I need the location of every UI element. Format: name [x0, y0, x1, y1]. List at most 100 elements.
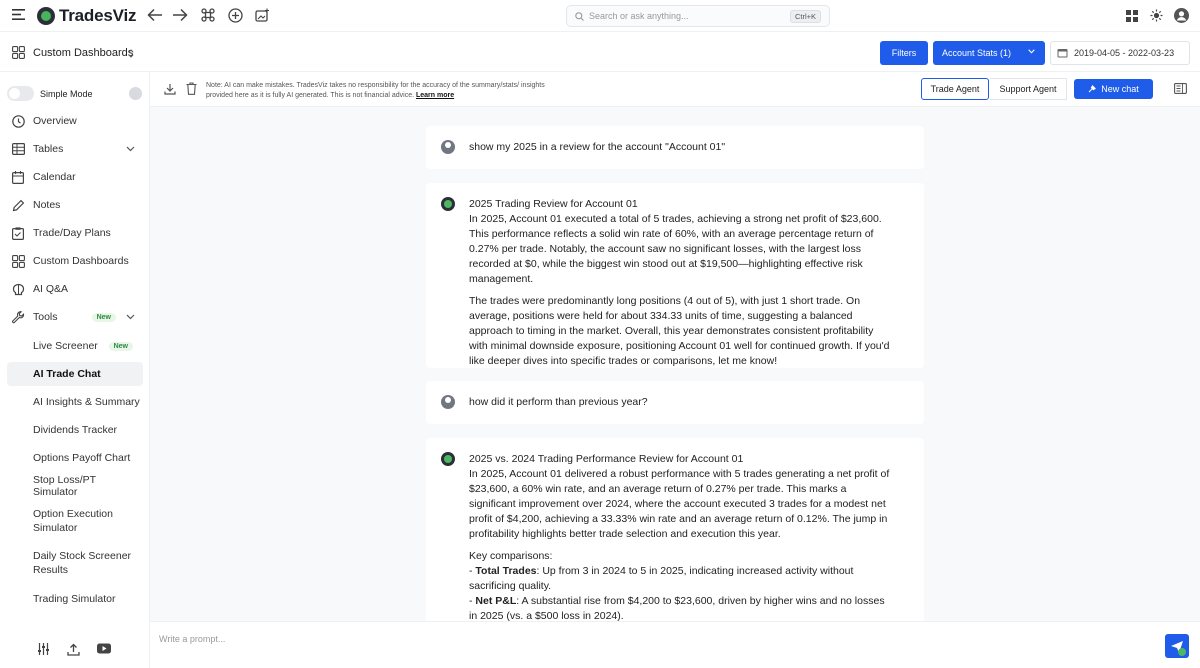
search-icon — [575, 11, 584, 21]
sidebar-item-label: Live Screener — [33, 340, 98, 352]
assistant-message: 2025 Trading Review for Account 01 In 20… — [426, 183, 924, 368]
bot-avatar-icon — [441, 197, 455, 211]
sidebar-item-tools[interactable]: Tools New — [7, 305, 143, 329]
sidebar-item-option-execution-simulator[interactable]: Option Execution Simulator — [7, 505, 143, 537]
assistant-message: 2025 vs. 2024 Trading Performance Review… — [426, 438, 924, 621]
top-bar: TradesViz Ctrl+K — [0, 0, 1200, 32]
dashboard-icon — [7, 254, 33, 268]
disclaimer-text: Note: AI can make mistakes. TradesViz ta… — [206, 82, 545, 99]
dashboard-icon — [12, 46, 25, 59]
sidebar-item-label: Daily Stock Screener Results — [33, 550, 132, 576]
search-shortcut: Ctrl+K — [789, 10, 821, 23]
message-text: how did it perform than previous year? — [469, 396, 648, 408]
chevron-down-icon[interactable] — [126, 314, 135, 320]
sidebar-item-label: Custom Dashboards — [33, 255, 129, 267]
tab-trade-agent[interactable]: Trade Agent — [921, 78, 989, 100]
tradesviz-logo[interactable]: TradesViz — [37, 6, 136, 26]
bot-avatar-icon — [441, 452, 455, 466]
sidebar-item-notes[interactable]: Notes — [7, 193, 143, 217]
user-message: how did it perform than previous year? — [426, 381, 924, 424]
apps-grid-icon[interactable] — [1126, 10, 1138, 22]
hamburger-menu-icon[interactable] — [12, 9, 25, 20]
sidebar-item-custom-dashboards[interactable]: Custom Dashboards — [7, 249, 143, 273]
command-icon[interactable] — [201, 8, 215, 22]
sidebar-item-label: Tables — [33, 143, 64, 155]
dashboard-selector[interactable]: Custom Dashboards — [33, 47, 133, 59]
send-icon — [1171, 641, 1186, 656]
sidebar-item-live-screener[interactable]: Live Screener New — [7, 334, 143, 358]
sidebar-item-trading-simulator[interactable]: Trading Simulator — [7, 587, 143, 611]
sidebar-toggle-icon[interactable] — [1174, 83, 1187, 94]
sidebar-item-label: Notes — [33, 199, 61, 211]
message-body: 2025 Trading Review for Account 01 In 20… — [469, 197, 891, 376]
chat-messages: show my 2025 in a review for the account… — [150, 107, 1200, 621]
new-chat-label: New chat — [1101, 84, 1139, 94]
search-input[interactable] — [589, 11, 789, 21]
new-badge: New — [91, 312, 116, 322]
new-badge: New — [108, 341, 133, 351]
message-paragraph: In 2025, Account 01 delivered a robust p… — [469, 468, 890, 540]
sidebar-item-trade-day-plans[interactable]: Trade/Day Plans — [7, 221, 143, 245]
sidebar-item-dividends-tracker[interactable]: Dividends Tracker — [7, 418, 143, 442]
prompt-bar — [150, 621, 1200, 668]
sidebar-item-overview[interactable]: Overview — [7, 109, 143, 133]
forward-arrow-icon[interactable] — [172, 8, 188, 22]
sidebar-item-options-payoff-chart[interactable]: Options Payoff Chart — [7, 446, 143, 470]
sidebar-item-ai-qa[interactable]: AI Q&A — [7, 277, 143, 301]
clock-icon — [7, 114, 33, 128]
sidebar-item-ai-trade-chat[interactable]: AI Trade Chat — [7, 362, 143, 386]
new-chat-button[interactable]: New chat — [1074, 79, 1153, 99]
chat-toolbar: Note: AI can make mistakes. TradesViz ta… — [150, 72, 1200, 107]
back-arrow-icon[interactable] — [147, 8, 163, 22]
message-title: 2025 Trading Review for Account 01 — [469, 198, 638, 210]
sidebar: Simple Mode Overview Tables Calendar Not… — [0, 72, 150, 668]
ai-image-icon[interactable] — [255, 8, 270, 22]
user-avatar-icon[interactable] — [1174, 8, 1189, 23]
user-message: show my 2025 in a review for the account… — [426, 126, 924, 169]
sidebar-item-label: Trade/Day Plans — [33, 227, 111, 239]
sidebar-item-daily-stock-screener[interactable]: Daily Stock Screener Results — [7, 547, 143, 579]
chevron-down-icon[interactable] — [1028, 49, 1035, 54]
ai-disclaimer: Note: AI can make mistakes. TradesViz ta… — [206, 81, 546, 100]
brain-icon — [7, 283, 33, 296]
chevron-down-icon[interactable] — [126, 146, 135, 152]
message-paragraph: The trades were predominantly long posit… — [469, 295, 890, 367]
sidebar-item-label: Tools — [33, 311, 58, 323]
sidebar-item-label: Trading Simulator — [33, 593, 116, 605]
wrench-icon — [7, 310, 33, 324]
sidebar-item-label: Overview — [33, 115, 77, 127]
calendar-icon — [1057, 49, 1068, 58]
sidebar-item-label: Calendar — [33, 171, 76, 183]
sidebar-item-stop-loss-simulator[interactable]: Stop Loss/PT Simulator — [7, 474, 143, 498]
sidebar-item-label: Stop Loss/PT Simulator — [33, 474, 96, 498]
add-circle-icon[interactable] — [228, 8, 243, 23]
prompt-input[interactable] — [159, 634, 1059, 644]
calendar-icon — [7, 170, 33, 184]
pin-icon — [1088, 85, 1097, 93]
filters-button[interactable]: Filters — [880, 41, 928, 65]
account-stats-button[interactable]: Account Stats (1) — [933, 41, 1045, 65]
user-avatar-icon — [441, 140, 455, 154]
settings-gear-icon[interactable] — [129, 87, 142, 100]
comparison-item: - Net P&L: A substantial rise from $4,20… — [469, 595, 885, 621]
tab-support-agent[interactable]: Support Agent — [990, 78, 1067, 100]
logo-mark-icon — [37, 7, 55, 25]
learn-more-link[interactable]: Learn more — [416, 92, 454, 99]
simple-mode-toggle[interactable] — [7, 86, 34, 101]
trash-icon[interactable] — [186, 82, 197, 95]
sidebar-item-label: Options Payoff Chart — [33, 452, 131, 464]
sidebar-item-ai-insights-summary[interactable]: AI Insights & Summary — [7, 390, 143, 414]
global-search[interactable]: Ctrl+K — [566, 5, 830, 27]
upload-icon[interactable] — [67, 643, 80, 656]
logo-text: TradesViz — [59, 6, 137, 25]
message-body: 2025 vs. 2024 Trading Performance Review… — [469, 452, 891, 621]
sidebar-item-tables[interactable]: Tables — [7, 137, 143, 161]
sidebar-item-calendar[interactable]: Calendar — [7, 165, 143, 189]
youtube-icon[interactable] — [97, 643, 111, 656]
date-range-picker[interactable]: 2019-04-05 - 2022-03-23 — [1050, 41, 1190, 65]
sliders-icon[interactable] — [37, 643, 50, 656]
updown-chevron-icon[interactable] — [128, 49, 134, 58]
send-button[interactable] — [1165, 634, 1189, 658]
download-icon[interactable] — [164, 83, 176, 95]
theme-sun-icon[interactable] — [1150, 9, 1163, 22]
